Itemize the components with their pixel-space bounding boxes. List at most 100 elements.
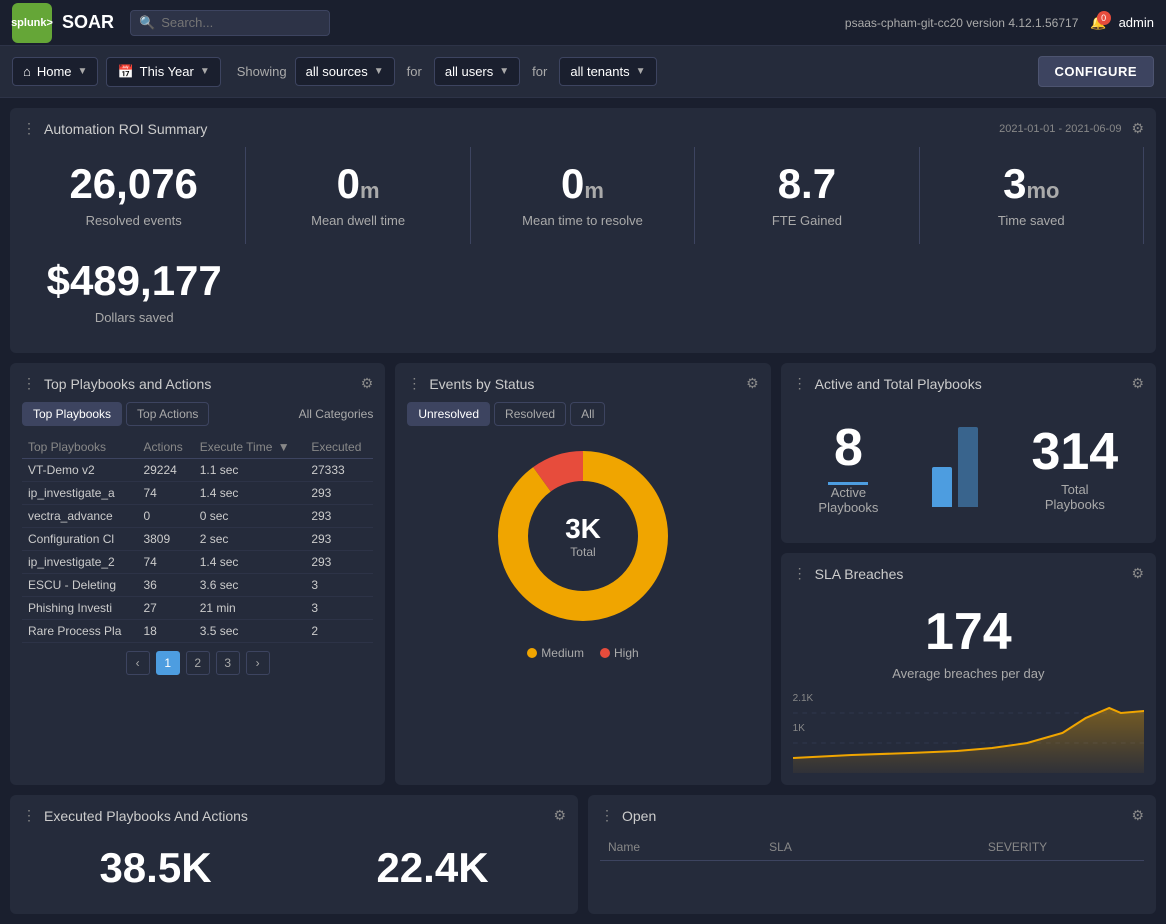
open-col-name: Name — [600, 834, 761, 861]
playbook-name: Rare Process Pla — [22, 620, 137, 643]
filter-top-actions[interactable]: Top Actions — [126, 402, 209, 426]
playbook-executed: 293 — [305, 482, 373, 505]
roi-dwell-value: 0m — [254, 163, 461, 205]
high-label: High — [614, 646, 639, 660]
sla-label: Average breaches per day — [793, 666, 1144, 681]
tenants-dropdown[interactable]: all tenants ▼ — [559, 57, 656, 86]
playbook-executed: 3 — [305, 597, 373, 620]
bell-badge: 0 — [1097, 11, 1111, 25]
filter-all[interactable]: All — [570, 402, 605, 426]
roi-dollars-label: Dollars saved — [30, 310, 238, 325]
active-playbooks-card: ⋮ Active and Total Playbooks ⚙ 8 ActiveP… — [781, 363, 1156, 543]
next-page-button[interactable]: › — [246, 651, 270, 675]
playbook-actions: 27 — [137, 597, 193, 620]
col-name: Top Playbooks — [22, 436, 137, 459]
legend-high: High — [600, 646, 639, 660]
high-dot — [600, 648, 610, 658]
table-row: VT-Demo v2 29224 1.1 sec 27333 — [22, 459, 373, 482]
playbooks-table: Top Playbooks Actions Execute Time ▼ Exe… — [22, 436, 373, 643]
playbook-actions: 18 — [137, 620, 193, 643]
executed-stats: 38.5K 22.4K — [22, 834, 566, 902]
active-count: 8 ActivePlaybooks — [818, 418, 878, 515]
filter-unresolved[interactable]: Unresolved — [407, 402, 490, 426]
playbook-name: VT-Demo v2 — [22, 459, 137, 482]
sort-icon: ▼ — [278, 440, 290, 454]
playbook-exec-time: 3.6 sec — [194, 574, 306, 597]
configure-button[interactable]: CONFIGURE — [1038, 56, 1155, 87]
events-title: Events by Status — [429, 376, 534, 392]
date-range-dropdown[interactable]: 📅 This Year ▼ — [106, 57, 220, 87]
roi-dollars-value: $489,177 — [30, 260, 238, 302]
roi-summary-card: ⋮ Automation ROI Summary 2021-01-01 - 20… — [10, 108, 1156, 353]
gear-icon[interactable]: ⚙ — [361, 375, 374, 392]
medium-dot — [527, 648, 537, 658]
playbook-actions: 36 — [137, 574, 193, 597]
table-row: vectra_advance 0 0 sec 293 — [22, 505, 373, 528]
for-label: for — [407, 64, 422, 79]
sla-title: SLA Breaches — [815, 566, 904, 582]
total-count: 314 TotalPlaybooks — [1031, 422, 1118, 512]
grid-icon: ⋮ — [22, 375, 36, 392]
gear-icon[interactable]: ⚙ — [746, 375, 759, 392]
gear-icon[interactable]: ⚙ — [1131, 565, 1144, 582]
playbook-exec-time: 1.4 sec — [194, 551, 306, 574]
executed-title: Executed Playbooks And Actions — [44, 808, 248, 824]
page-1-button[interactable]: 1 — [156, 651, 180, 675]
col-exec-time: Execute Time ▼ — [194, 436, 306, 459]
active-playbooks-header: ⋮ Active and Total Playbooks ⚙ — [793, 375, 1144, 392]
logo: splunk> — [12, 3, 52, 43]
roi-resolve-label: Mean time to resolve — [479, 213, 686, 228]
open-col-severity: SEVERITY — [891, 834, 1144, 861]
roi-resolved-label: Resolved events — [30, 213, 237, 228]
notifications-bell[interactable]: 🔔 0 — [1090, 15, 1106, 31]
home-dropdown[interactable]: ⌂ Home ▼ — [12, 57, 98, 86]
search-bar[interactable]: 🔍 — [130, 10, 330, 36]
playbook-exec-time: 2 sec — [194, 528, 306, 551]
users-dropdown[interactable]: all users ▼ — [434, 57, 520, 86]
col-executed: Executed — [305, 436, 373, 459]
roi-card-header: ⋮ Automation ROI Summary 2021-01-01 - 20… — [22, 120, 1144, 137]
sla-breaches-card: ⋮ SLA Breaches ⚙ 174 Average breaches pe… — [781, 553, 1156, 785]
chevron-down-icon: ▼ — [200, 66, 210, 77]
status-filter-group: Unresolved Resolved All — [407, 402, 758, 426]
search-input[interactable] — [161, 15, 321, 30]
roi-fte: 8.7 FTE Gained — [695, 147, 919, 244]
sla-value: 174 — [793, 592, 1144, 666]
events-header: ⋮ Events by Status ⚙ — [407, 375, 758, 392]
sources-dropdown[interactable]: all sources ▼ — [295, 57, 395, 86]
filter-resolved[interactable]: Resolved — [494, 402, 566, 426]
executed-value1: 38.5K — [22, 844, 289, 892]
active-value: 8 — [818, 418, 878, 478]
filter-top-playbooks[interactable]: Top Playbooks — [22, 402, 122, 426]
page-2-button[interactable]: 2 — [186, 651, 210, 675]
gear-icon[interactable]: ⚙ — [553, 807, 566, 824]
filter-row: Top Playbooks Top Actions All Categories — [22, 402, 373, 426]
right-column: ⋮ Active and Total Playbooks ⚙ 8 ActiveP… — [781, 363, 1156, 785]
table-row: Phishing Investi 27 21 min 3 — [22, 597, 373, 620]
playbook-name: Phishing Investi — [22, 597, 137, 620]
playbook-name: vectra_advance — [22, 505, 137, 528]
showing-label: Showing — [237, 64, 287, 79]
grid-icon: ⋮ — [22, 120, 36, 137]
active-label: ActivePlaybooks — [818, 485, 878, 515]
table-row: ip_investigate_a 74 1.4 sec 293 — [22, 482, 373, 505]
gear-icon[interactable]: ⚙ — [1131, 375, 1144, 392]
middle-row: ⋮ Top Playbooks and Actions ⚙ Top Playbo… — [10, 363, 1156, 785]
app-title: SOAR — [62, 12, 114, 33]
playbook-executed: 3 — [305, 574, 373, 597]
donut-total-label: Total — [565, 545, 601, 559]
active-bar — [932, 467, 952, 507]
executed-playbooks-card: ⋮ Executed Playbooks And Actions ⚙ 38.5K… — [10, 795, 578, 914]
sla-header: ⋮ SLA Breaches ⚙ — [793, 565, 1144, 582]
gear-icon[interactable]: ⚙ — [1131, 807, 1144, 824]
playbook-actions: 29224 — [137, 459, 193, 482]
main-content: ⋮ Automation ROI Summary 2021-01-01 - 20… — [0, 98, 1166, 924]
page-3-button[interactable]: 3 — [216, 651, 240, 675]
playbook-executed: 293 — [305, 528, 373, 551]
total-value: 314 — [1031, 422, 1118, 482]
prev-page-button[interactable]: ‹ — [126, 651, 150, 675]
gear-icon[interactable]: ⚙ — [1131, 120, 1144, 137]
playbooks-stats: 8 ActivePlaybooks 314 TotalPlaybooks — [793, 402, 1144, 531]
playbook-name: ip_investigate_2 — [22, 551, 137, 574]
chevron-down-icon: ▼ — [499, 66, 509, 77]
